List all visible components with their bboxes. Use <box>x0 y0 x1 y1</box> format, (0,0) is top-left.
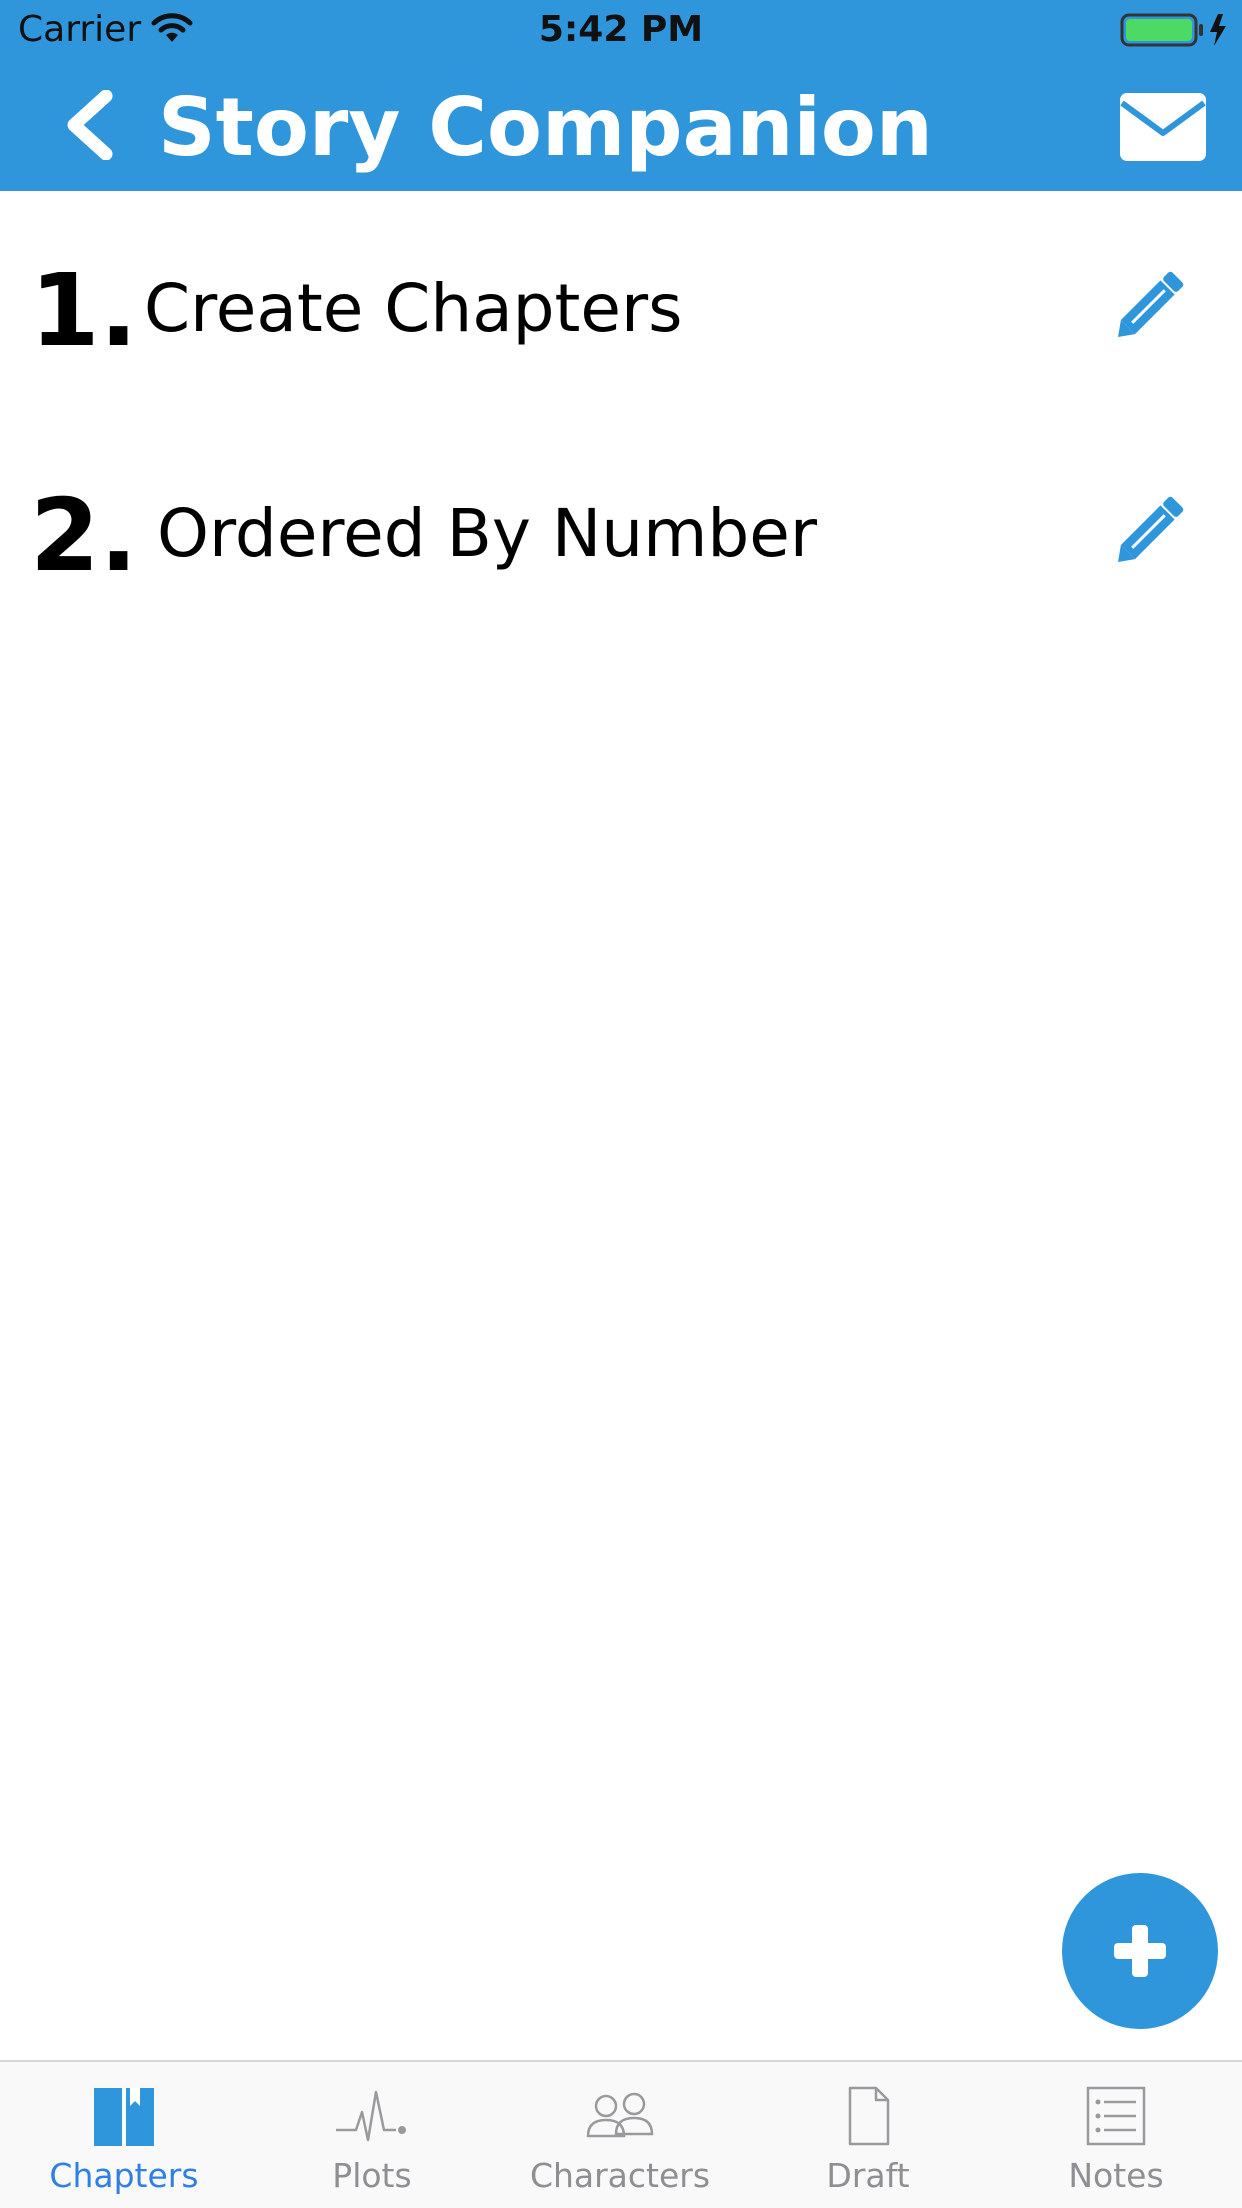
tab-notes[interactable]: Notes <box>992 2062 1240 2208</box>
tab-label: Plots <box>332 2156 412 2195</box>
tab-chapters[interactable]: Chapters <box>0 2062 248 2208</box>
tab-label: Notes <box>1068 2156 1164 2195</box>
people-icon <box>586 2092 654 2138</box>
back-chevron-icon[interactable] <box>60 90 120 160</box>
chapter-title: Create Chapters <box>144 270 683 347</box>
chapter-number: 1. <box>30 252 138 369</box>
status-time: 5:42 PM <box>538 9 704 50</box>
app-header: Carrier 5:42 PM Story Companion <box>0 0 1242 191</box>
tab-draft[interactable]: Draft <box>744 2062 992 2208</box>
tab-characters[interactable]: Characters <box>496 2062 744 2208</box>
tab-bar: Chapters Plots Characters Draft Notes <box>0 2060 1242 2208</box>
plus-icon <box>1114 1925 1166 1977</box>
tab-label: Draft <box>826 2156 910 2195</box>
battery-charging-icon <box>1120 13 1226 47</box>
chapter-number: 2. <box>30 477 138 594</box>
chapter-title: Ordered By Number <box>157 495 818 572</box>
document-icon <box>848 2086 890 2146</box>
chapter-row[interactable]: 1. Create Chapters <box>0 191 1242 416</box>
envelope-icon[interactable] <box>1120 93 1206 161</box>
tab-label: Chapters <box>49 2156 199 2195</box>
pencil-icon[interactable] <box>1112 263 1192 343</box>
tab-label: Characters <box>529 2156 711 2195</box>
book-icon <box>94 2088 154 2146</box>
pencil-icon[interactable] <box>1112 488 1192 568</box>
add-chapter-button[interactable] <box>1062 1873 1218 2029</box>
chapter-row[interactable]: 2. Ordered By Number <box>0 416 1242 641</box>
tab-plots[interactable]: Plots <box>248 2062 496 2208</box>
page-title: Story Companion <box>158 81 933 174</box>
pulse-icon <box>336 2090 406 2142</box>
list-icon <box>1086 2086 1146 2146</box>
